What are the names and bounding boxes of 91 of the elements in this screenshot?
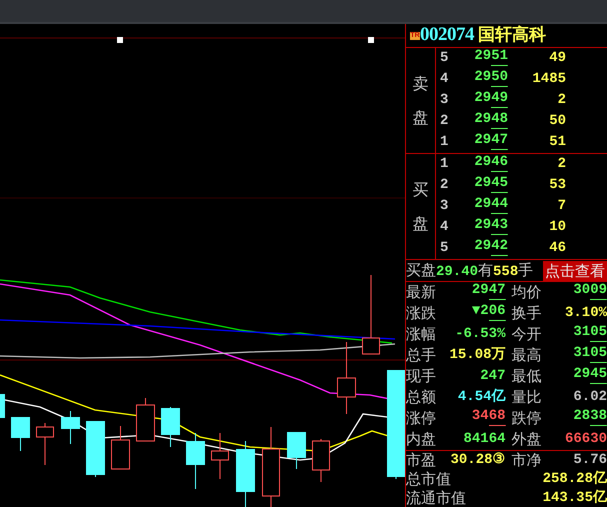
price: 2945 [473, 175, 508, 195]
volume: 2 [556, 91, 566, 110]
volume: 2 [556, 155, 566, 174]
quote-value: 66630 [564, 430, 607, 449]
marker-icon [117, 37, 123, 43]
valuation-value: 143.35亿 [542, 489, 607, 507]
volume: 53 [548, 176, 566, 195]
level-number: 3 [439, 197, 450, 216]
quote-label: 现手 [406, 366, 437, 387]
quote-value: 6.02 [572, 388, 607, 407]
volume: 50 [548, 112, 566, 131]
candlestick [86, 420, 105, 478]
volume: 49 [548, 49, 566, 68]
candlestick [11, 416, 30, 452]
quote-label: 跌停 [512, 408, 542, 429]
candlestick [312, 438, 330, 482]
level-number: 5 [439, 49, 450, 68]
side-label: 买盘 [412, 178, 428, 234]
buy-queue-text: 买盘29.40有558手 [406, 260, 534, 282]
quote-value: 3.10% [564, 304, 607, 323]
valuation-label: 市盈 [406, 451, 437, 470]
volume: 1485 [531, 70, 566, 89]
valuation-value: 30.28③ [449, 451, 506, 470]
quote-value: 2838 [572, 408, 607, 428]
price: 2946 [473, 154, 508, 174]
side-label: 卖盘 [412, 72, 428, 128]
quote-label: 最新 [406, 282, 437, 303]
candlestick [0, 394, 5, 418]
candlestick [236, 440, 255, 507]
candlestick [61, 410, 80, 444]
quote-value: 3105 [572, 324, 607, 344]
candlestick [211, 432, 229, 480]
candlestick [36, 422, 54, 466]
quote-label: 总额 [406, 387, 437, 408]
candlestick [111, 426, 130, 470]
volume: 51 [548, 133, 566, 152]
quote-label: 最高 [512, 345, 542, 366]
level-number: 1 [439, 155, 450, 174]
stock-code: 002074 [420, 23, 474, 48]
quote-value: 247 [479, 367, 506, 386]
price: 2947 [473, 132, 508, 152]
quote-value: 15.08万 [448, 346, 506, 365]
marker-icon [368, 37, 374, 43]
price: 2951 [473, 48, 508, 68]
price: 2949 [473, 90, 508, 110]
level-number: 1 [439, 133, 450, 152]
price: 2948 [473, 111, 508, 131]
valuation-value: 5.76 [572, 451, 607, 470]
candlestick [161, 406, 180, 448]
quote-label: 外盘 [512, 429, 542, 450]
valuation-label: 市净 [512, 451, 542, 470]
price: 2943 [473, 217, 508, 237]
quote-label: 总手 [406, 345, 437, 366]
quote-label: 涨幅 [406, 324, 437, 345]
quote-label: 内盘 [406, 429, 437, 450]
quote-label: 涨停 [406, 408, 437, 429]
quote-value: 4.54亿 [456, 388, 506, 407]
view-button[interactable]: 点击查看 [543, 260, 607, 280]
candlestick [287, 432, 306, 470]
quote-label: 今开 [512, 324, 542, 345]
candlestick [136, 398, 155, 442]
level-number: 4 [439, 218, 450, 237]
candlestick [186, 432, 205, 490]
quote-value: 2947 [470, 282, 506, 302]
volume: 10 [548, 218, 566, 237]
quote-label: 最低 [512, 366, 542, 387]
price: 2950 [473, 69, 508, 89]
quote-value: 3468 [470, 408, 506, 428]
valuation-label: 总市值 [406, 470, 451, 489]
level-number: 3 [439, 91, 450, 110]
stock-name: 国轩高科 [478, 24, 546, 47]
level-number: 5 [439, 239, 450, 258]
quote-label: 均价 [512, 282, 542, 303]
price: 2942 [473, 238, 508, 258]
quote-value: 84164 [462, 430, 506, 449]
quote-value: ▼206 [470, 303, 506, 323]
quote-label: 量比 [512, 387, 542, 408]
quote-value: 3105 [572, 345, 607, 365]
level-number: 2 [439, 112, 450, 131]
volume: 7 [556, 197, 566, 216]
quote-value: 2945 [572, 366, 607, 386]
level-number: 2 [439, 176, 450, 195]
quote-value: -6.53% [454, 325, 506, 344]
valuation-label: 流通市值 [406, 489, 466, 507]
valuation-value: 258.28亿 [542, 470, 607, 489]
quote-label: 换手 [512, 303, 542, 324]
level-number: 4 [439, 70, 450, 89]
volume: 46 [548, 239, 566, 258]
quote-label: 涨跌 [406, 303, 437, 324]
price: 2944 [473, 196, 508, 216]
quote-value: 3009 [572, 282, 607, 302]
